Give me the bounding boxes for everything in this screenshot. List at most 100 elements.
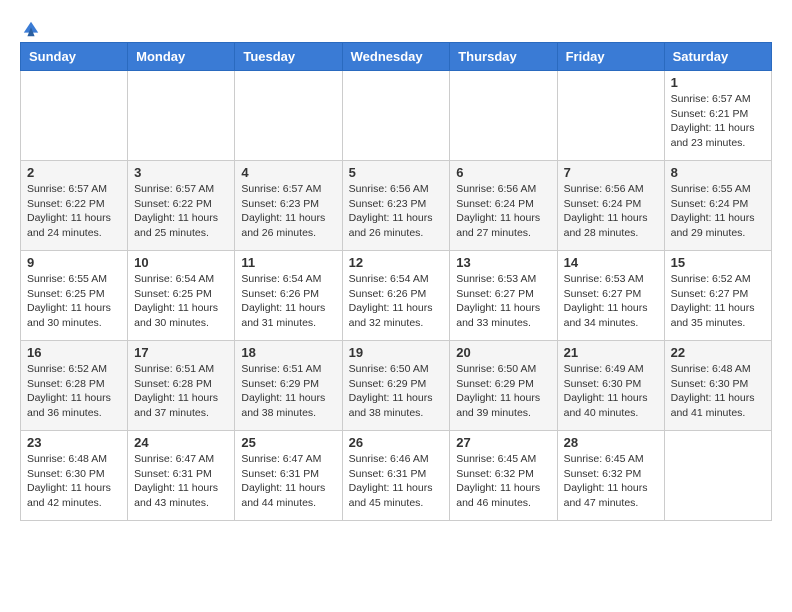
day-info: Sunrise: 6:57 AM Sunset: 6:23 PM Dayligh…: [241, 182, 335, 241]
logo: [20, 20, 40, 32]
calendar-cell: 17 Sunrise: 6:51 AM Sunset: 6:28 PM Dayli…: [128, 341, 235, 431]
day-number: 28: [564, 435, 658, 450]
day-number: 25: [241, 435, 335, 450]
day-info: Sunrise: 6:57 AM Sunset: 6:22 PM Dayligh…: [134, 182, 228, 241]
logo-icon: [22, 20, 40, 38]
calendar-cell: 3 Sunrise: 6:57 AM Sunset: 6:22 PM Daylig…: [128, 161, 235, 251]
day-info: Sunrise: 6:48 AM Sunset: 6:30 PM Dayligh…: [671, 362, 765, 421]
day-info: Sunrise: 6:54 AM Sunset: 6:25 PM Dayligh…: [134, 272, 228, 331]
calendar-cell: 11 Sunrise: 6:54 AM Sunset: 6:26 PM Dayli…: [235, 251, 342, 341]
calendar-cell: 15 Sunrise: 6:52 AM Sunset: 6:27 PM Dayli…: [664, 251, 771, 341]
day-number: 26: [349, 435, 444, 450]
calendar-cell: 27 Sunrise: 6:45 AM Sunset: 6:32 PM Dayli…: [450, 431, 557, 521]
calendar-cell: 14 Sunrise: 6:53 AM Sunset: 6:27 PM Dayli…: [557, 251, 664, 341]
day-number: 9: [27, 255, 121, 270]
day-number: 13: [456, 255, 550, 270]
day-info: Sunrise: 6:56 AM Sunset: 6:23 PM Dayligh…: [349, 182, 444, 241]
calendar-cell: 13 Sunrise: 6:53 AM Sunset: 6:27 PM Dayli…: [450, 251, 557, 341]
day-info: Sunrise: 6:52 AM Sunset: 6:28 PM Dayligh…: [27, 362, 121, 421]
day-number: 5: [349, 165, 444, 180]
weekday-header-tuesday: Tuesday: [235, 43, 342, 71]
calendar-cell: [664, 431, 771, 521]
calendar-cell: [128, 71, 235, 161]
calendar-cell: 6 Sunrise: 6:56 AM Sunset: 6:24 PM Daylig…: [450, 161, 557, 251]
day-number: 19: [349, 345, 444, 360]
day-info: Sunrise: 6:53 AM Sunset: 6:27 PM Dayligh…: [564, 272, 658, 331]
day-number: 22: [671, 345, 765, 360]
day-number: 20: [456, 345, 550, 360]
weekday-header-saturday: Saturday: [664, 43, 771, 71]
day-info: Sunrise: 6:51 AM Sunset: 6:28 PM Dayligh…: [134, 362, 228, 421]
page-header: [20, 20, 772, 32]
day-info: Sunrise: 6:49 AM Sunset: 6:30 PM Dayligh…: [564, 362, 658, 421]
day-number: 21: [564, 345, 658, 360]
day-info: Sunrise: 6:53 AM Sunset: 6:27 PM Dayligh…: [456, 272, 550, 331]
calendar-cell: 21 Sunrise: 6:49 AM Sunset: 6:30 PM Dayli…: [557, 341, 664, 431]
calendar-cell: 2 Sunrise: 6:57 AM Sunset: 6:22 PM Daylig…: [21, 161, 128, 251]
weekday-header-thursday: Thursday: [450, 43, 557, 71]
weekday-header-friday: Friday: [557, 43, 664, 71]
calendar-cell: 1 Sunrise: 6:57 AM Sunset: 6:21 PM Daylig…: [664, 71, 771, 161]
calendar-cell: 22 Sunrise: 6:48 AM Sunset: 6:30 PM Dayli…: [664, 341, 771, 431]
weekday-header-monday: Monday: [128, 43, 235, 71]
calendar-cell: 23 Sunrise: 6:48 AM Sunset: 6:30 PM Dayli…: [21, 431, 128, 521]
day-info: Sunrise: 6:57 AM Sunset: 6:21 PM Dayligh…: [671, 92, 765, 151]
weekday-header-wednesday: Wednesday: [342, 43, 450, 71]
calendar-cell: [342, 71, 450, 161]
calendar-cell: [235, 71, 342, 161]
day-number: 11: [241, 255, 335, 270]
calendar-cell: 19 Sunrise: 6:50 AM Sunset: 6:29 PM Dayli…: [342, 341, 450, 431]
calendar-cell: 26 Sunrise: 6:46 AM Sunset: 6:31 PM Dayli…: [342, 431, 450, 521]
day-info: Sunrise: 6:46 AM Sunset: 6:31 PM Dayligh…: [349, 452, 444, 511]
calendar-cell: [21, 71, 128, 161]
day-number: 27: [456, 435, 550, 450]
day-info: Sunrise: 6:45 AM Sunset: 6:32 PM Dayligh…: [456, 452, 550, 511]
calendar-cell: 16 Sunrise: 6:52 AM Sunset: 6:28 PM Dayli…: [21, 341, 128, 431]
calendar-cell: 18 Sunrise: 6:51 AM Sunset: 6:29 PM Dayli…: [235, 341, 342, 431]
day-number: 14: [564, 255, 658, 270]
day-number: 15: [671, 255, 765, 270]
day-number: 3: [134, 165, 228, 180]
day-info: Sunrise: 6:57 AM Sunset: 6:22 PM Dayligh…: [27, 182, 121, 241]
day-number: 18: [241, 345, 335, 360]
calendar-cell: [450, 71, 557, 161]
calendar-cell: 12 Sunrise: 6:54 AM Sunset: 6:26 PM Dayli…: [342, 251, 450, 341]
day-info: Sunrise: 6:47 AM Sunset: 6:31 PM Dayligh…: [134, 452, 228, 511]
day-info: Sunrise: 6:51 AM Sunset: 6:29 PM Dayligh…: [241, 362, 335, 421]
day-info: Sunrise: 6:55 AM Sunset: 6:24 PM Dayligh…: [671, 182, 765, 241]
day-info: Sunrise: 6:54 AM Sunset: 6:26 PM Dayligh…: [349, 272, 444, 331]
calendar-table: SundayMondayTuesdayWednesdayThursdayFrid…: [20, 42, 772, 521]
day-number: 2: [27, 165, 121, 180]
day-number: 23: [27, 435, 121, 450]
weekday-header-sunday: Sunday: [21, 43, 128, 71]
day-info: Sunrise: 6:47 AM Sunset: 6:31 PM Dayligh…: [241, 452, 335, 511]
calendar-cell: 25 Sunrise: 6:47 AM Sunset: 6:31 PM Dayli…: [235, 431, 342, 521]
calendar-cell: 4 Sunrise: 6:57 AM Sunset: 6:23 PM Daylig…: [235, 161, 342, 251]
calendar-cell: 20 Sunrise: 6:50 AM Sunset: 6:29 PM Dayli…: [450, 341, 557, 431]
day-info: Sunrise: 6:50 AM Sunset: 6:29 PM Dayligh…: [349, 362, 444, 421]
day-info: Sunrise: 6:50 AM Sunset: 6:29 PM Dayligh…: [456, 362, 550, 421]
calendar-cell: 24 Sunrise: 6:47 AM Sunset: 6:31 PM Dayli…: [128, 431, 235, 521]
calendar-cell: 5 Sunrise: 6:56 AM Sunset: 6:23 PM Daylig…: [342, 161, 450, 251]
day-number: 12: [349, 255, 444, 270]
day-number: 6: [456, 165, 550, 180]
day-number: 1: [671, 75, 765, 90]
calendar-cell: [557, 71, 664, 161]
day-info: Sunrise: 6:54 AM Sunset: 6:26 PM Dayligh…: [241, 272, 335, 331]
day-info: Sunrise: 6:48 AM Sunset: 6:30 PM Dayligh…: [27, 452, 121, 511]
day-number: 10: [134, 255, 228, 270]
day-info: Sunrise: 6:55 AM Sunset: 6:25 PM Dayligh…: [27, 272, 121, 331]
day-info: Sunrise: 6:52 AM Sunset: 6:27 PM Dayligh…: [671, 272, 765, 331]
day-number: 16: [27, 345, 121, 360]
day-info: Sunrise: 6:56 AM Sunset: 6:24 PM Dayligh…: [564, 182, 658, 241]
calendar-cell: 28Sunrise: 6:45 AM Sunset: 6:32 PM Dayli…: [557, 431, 664, 521]
calendar-cell: 9 Sunrise: 6:55 AM Sunset: 6:25 PM Daylig…: [21, 251, 128, 341]
day-number: 8: [671, 165, 765, 180]
calendar-cell: 7Sunrise: 6:56 AM Sunset: 6:24 PM Daylig…: [557, 161, 664, 251]
calendar-cell: 10 Sunrise: 6:54 AM Sunset: 6:25 PM Dayli…: [128, 251, 235, 341]
day-info: Sunrise: 6:56 AM Sunset: 6:24 PM Dayligh…: [456, 182, 550, 241]
calendar-cell: 8 Sunrise: 6:55 AM Sunset: 6:24 PM Daylig…: [664, 161, 771, 251]
day-number: 4: [241, 165, 335, 180]
day-number: 24: [134, 435, 228, 450]
day-number: 17: [134, 345, 228, 360]
